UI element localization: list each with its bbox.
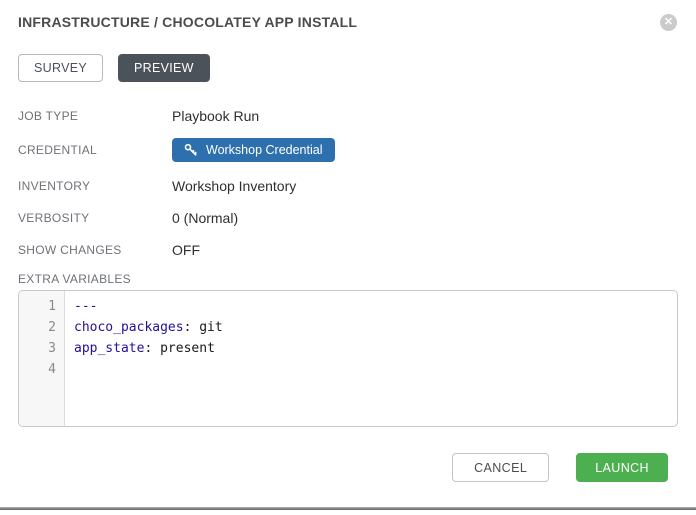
extra-variables-label: EXTRA VARIABLES (18, 272, 678, 286)
code-line: 2 choco_packages: git (19, 317, 677, 338)
tab-survey[interactable]: SURVEY (18, 54, 103, 82)
credential-badge[interactable]: Workshop Credential (172, 138, 335, 162)
key-icon (184, 143, 198, 157)
line-number: 4 (19, 359, 65, 380)
job-launch-preview-modal: INFRASTRUCTURE / CHOCOLATEY APP INSTALL … (0, 0, 696, 482)
verbosity-label: VERBOSITY (18, 211, 172, 225)
yaml-key: choco_packages (74, 320, 184, 335)
launch-button[interactable]: LAUNCH (576, 453, 668, 482)
code-line: 3 app_state: present (19, 338, 677, 359)
job-details: JOB TYPE Playbook Run CREDENTIAL Worksho… (18, 106, 678, 259)
credential-label: CREDENTIAL (18, 143, 172, 157)
show-changes-value: OFF (172, 242, 200, 258)
line-number: 1 (19, 296, 65, 317)
code-line: 1 --- (19, 296, 677, 317)
editor-lines: 1 --- 2 choco_packages: git 3 app_state:… (19, 291, 677, 380)
extra-variables-editor[interactable]: 1 --- 2 choco_packages: git 3 app_state:… (18, 290, 678, 427)
inventory-value: Workshop Inventory (172, 178, 296, 194)
show-changes-row: SHOW CHANGES OFF (18, 240, 678, 259)
job-type-value: Playbook Run (172, 108, 259, 124)
job-type-row: JOB TYPE Playbook Run (18, 106, 678, 125)
line-number: 3 (19, 338, 65, 359)
line-number: 2 (19, 317, 65, 338)
verbosity-row: VERBOSITY 0 (Normal) (18, 208, 678, 227)
yaml-key: --- (74, 299, 97, 314)
yaml-key: app_state (74, 341, 144, 356)
job-type-label: JOB TYPE (18, 109, 172, 123)
show-changes-label: SHOW CHANGES (18, 243, 172, 257)
modal-footer: CANCEL LAUNCH (18, 453, 668, 482)
page-title: INFRASTRUCTURE / CHOCOLATEY APP INSTALL (18, 14, 357, 31)
page-bottom-edge (0, 507, 696, 510)
credential-badge-label: Workshop Credential (206, 143, 323, 157)
inventory-row: INVENTORY Workshop Inventory (18, 176, 678, 195)
cancel-button[interactable]: CANCEL (452, 453, 549, 482)
verbosity-value: 0 (Normal) (172, 210, 238, 226)
tab-bar: SURVEY PREVIEW (18, 54, 678, 82)
code-line: 4 (19, 359, 677, 380)
yaml-value: : git (184, 320, 223, 335)
yaml-value: : present (144, 341, 214, 356)
inventory-label: INVENTORY (18, 179, 172, 193)
tab-preview[interactable]: PREVIEW (118, 54, 210, 82)
credential-row: CREDENTIAL Workshop Credential (18, 138, 678, 162)
close-icon[interactable]: ✕ (660, 14, 677, 31)
modal-header: INFRASTRUCTURE / CHOCOLATEY APP INSTALL … (18, 14, 678, 31)
